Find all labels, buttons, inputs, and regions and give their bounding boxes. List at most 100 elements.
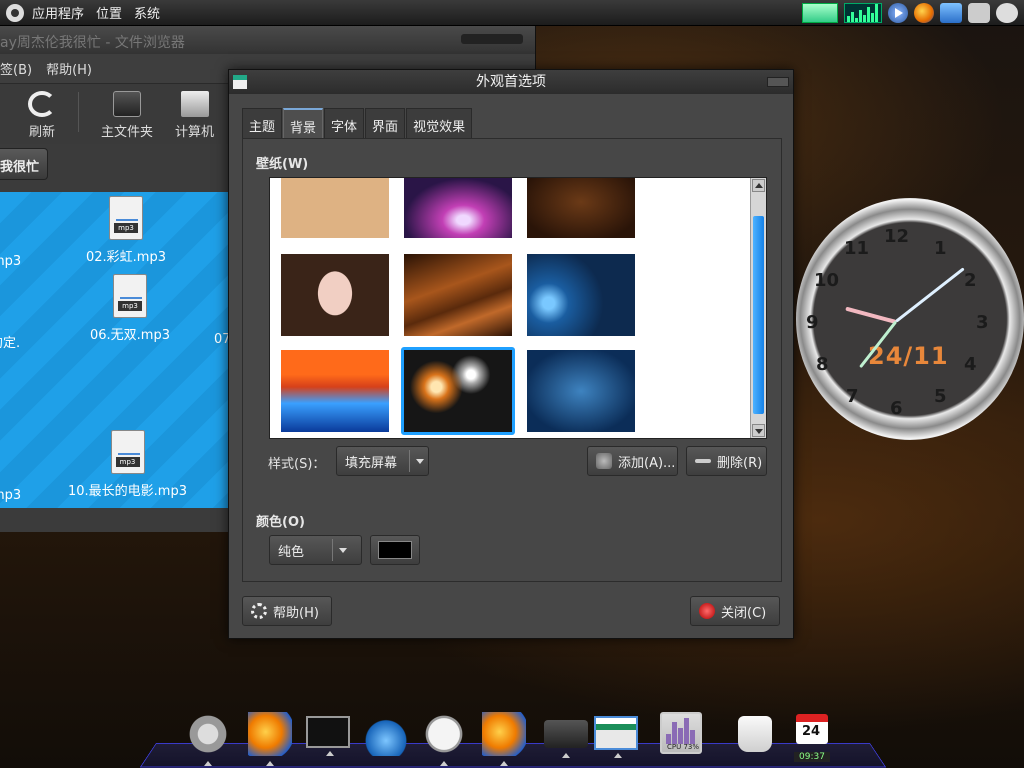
clock-number: 11: [844, 238, 870, 259]
wallpaper-thumbnail[interactable]: [281, 178, 389, 238]
file-manager-title: ay周杰伦我很忙 - 文件浏览器: [0, 26, 535, 54]
wallpaper-thumbnail[interactable]: [527, 350, 635, 432]
wallpaper-gallery[interactable]: [269, 177, 767, 439]
remove-icon: [695, 459, 711, 463]
computer-button[interactable]: 计算机: [175, 91, 214, 140]
calendar-icon[interactable]: 24 09:37: [794, 714, 830, 762]
scroll-up-icon[interactable]: [752, 179, 765, 192]
close-icon: [699, 603, 715, 619]
home-folder-button[interactable]: 主文件夹: [101, 91, 153, 140]
browser-icon[interactable]: [914, 3, 934, 23]
audio-file-icon: [110, 430, 145, 474]
dock: CPU 73% 24 09:37: [139, 708, 887, 768]
help-icon: [251, 603, 267, 619]
refresh-icon: [28, 91, 56, 117]
screenshot-icon[interactable]: [968, 3, 990, 23]
color-picker-button[interactable]: [370, 535, 420, 565]
clock-date: 24/11: [868, 342, 949, 370]
trash-icon[interactable]: [738, 716, 772, 752]
refresh-button[interactable]: 刷新: [28, 91, 56, 140]
appearance-preferences-dialog: 外观首选项 主题 背景 字体 界面 视觉效果 壁纸(W) 样式(S)： 填充屏幕…: [228, 69, 794, 639]
menu-help[interactable]: 帮助(H): [46, 59, 92, 78]
remove-wallpaper-button[interactable]: 删除(R): [686, 446, 767, 476]
tab-fonts[interactable]: 字体: [324, 108, 365, 138]
add-icon: [596, 453, 612, 469]
clock-app-icon[interactable]: [422, 712, 466, 766]
clock-number: 2: [964, 270, 977, 291]
color-swatch: [378, 541, 412, 559]
file-item[interactable]: 10.最长的电影.mp3: [68, 430, 187, 499]
file-icon-view[interactable]: mp3 02.彩虹.mp3 约定. 06.无双.mp3 07 mp3 10.最长…: [0, 192, 231, 508]
home-folder-icon: [113, 91, 141, 117]
color-label: 颜色(O): [256, 515, 305, 530]
style-label: 样式(S)：: [268, 457, 326, 472]
scroll-down-icon[interactable]: [752, 424, 765, 437]
power-icon[interactable]: [996, 3, 1018, 23]
color-mode-combobox[interactable]: 纯色: [269, 535, 362, 565]
clock-number: 7: [846, 386, 859, 407]
network-monitor-icon[interactable]: [802, 3, 838, 23]
file-item[interactable]: mp3: [0, 248, 21, 269]
drop-app-icon[interactable]: [364, 712, 408, 756]
distro-logo-icon[interactable]: [6, 3, 24, 22]
dialog-titlebar[interactable]: 外观首选项: [229, 70, 793, 94]
clock-number: 10: [814, 270, 840, 291]
clock-number: 3: [976, 312, 989, 333]
wallpaper-thumbnail-selected[interactable]: [401, 347, 515, 435]
computer-icon: [180, 91, 209, 117]
menu-places[interactable]: 位置: [96, 3, 122, 22]
browser-dock-icon-2[interactable]: [482, 712, 526, 766]
add-wallpaper-button[interactable]: 添加(A)...: [587, 446, 678, 476]
style-combobox[interactable]: 填充屏幕: [336, 446, 429, 476]
system-monitor-icon[interactable]: [844, 3, 882, 23]
wallpaper-thumbnail[interactable]: [281, 254, 389, 336]
location-button[interactable]: 我很忙: [0, 148, 49, 180]
file-item[interactable]: mp3: [0, 482, 21, 503]
menu-bookmarks[interactable]: 签(B): [0, 59, 32, 78]
clock-number: 9: [806, 312, 819, 333]
pointer-icon[interactable]: [940, 3, 962, 23]
file-item[interactable]: 约定.: [0, 326, 20, 351]
browser-dock-icon[interactable]: [248, 712, 292, 766]
tab-theme[interactable]: 主题: [242, 108, 283, 138]
wallpaper-thumbnail[interactable]: [404, 254, 512, 336]
background-tab-panel: 壁纸(W) 样式(S)： 填充屏幕 添加(A)... 删除(R) 颜色(O) 纯…: [242, 138, 782, 582]
file-item[interactable]: 02.彩虹.mp3: [86, 196, 166, 265]
media-play-icon[interactable]: [888, 3, 908, 23]
clock-number: 1: [934, 238, 947, 259]
ubuntu-menu-icon[interactable]: [186, 712, 230, 766]
tab-background[interactable]: 背景: [283, 108, 324, 138]
wallpaper-label: 壁纸(W): [256, 157, 309, 172]
terminal-icon[interactable]: [306, 716, 350, 756]
menu-applications[interactable]: 应用程序: [32, 3, 84, 22]
tab-interface[interactable]: 界面: [365, 108, 406, 138]
system-tray: [802, 0, 1024, 26]
chevron-down-icon: [332, 539, 350, 561]
audio-file-icon: [109, 196, 143, 240]
system-monitor-dock-icon[interactable]: CPU 73%: [660, 712, 702, 754]
help-button[interactable]: 帮助(H): [242, 596, 332, 626]
window-preview-icon[interactable]: [594, 716, 638, 758]
minimize-button[interactable]: [767, 77, 789, 87]
clock-number: 5: [934, 386, 947, 407]
wallpaper-thumbnail[interactable]: [527, 178, 635, 238]
tab-visual-effects[interactable]: 视觉效果: [406, 108, 473, 138]
wallpaper-thumbnail[interactable]: [281, 350, 389, 432]
chevron-down-icon: [409, 450, 424, 472]
title-bar-widget: [461, 34, 523, 44]
clock-face: [796, 198, 1024, 440]
wallpaper-scrollbar[interactable]: [750, 178, 766, 438]
close-button[interactable]: 关闭(C): [690, 596, 780, 626]
preference-tabs: 主题 背景 字体 界面 视觉效果: [242, 108, 473, 138]
clock-widget[interactable]: 12 1 2 3 4 5 6 7 8 9 10 11 24/11: [796, 198, 1024, 440]
wallpaper-thumbnail[interactable]: [404, 178, 512, 238]
file-item[interactable]: 06.无双.mp3: [90, 274, 170, 343]
menu-system[interactable]: 系统: [134, 3, 160, 22]
scrollbar-thumb[interactable]: [753, 216, 764, 414]
wallpaper-thumbnail[interactable]: [527, 254, 635, 336]
printer-icon[interactable]: [544, 720, 588, 758]
dialog-title: 外观首选项: [476, 74, 546, 90]
toolbar-separator: [78, 92, 79, 132]
clock-number: 4: [964, 354, 977, 375]
window-menu-icon[interactable]: [233, 75, 247, 89]
